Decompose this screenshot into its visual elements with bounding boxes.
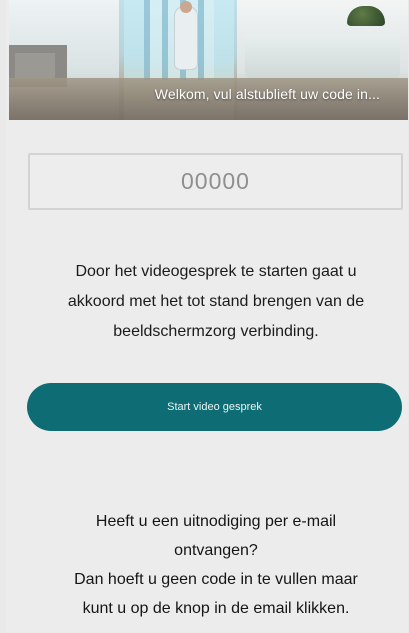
- consent-line: Door het videogesprek te starten gaat u: [75, 263, 357, 280]
- code-input[interactable]: [30, 154, 401, 209]
- start-video-call-button[interactable]: Start video gesprek: [27, 383, 402, 431]
- email-info-line: Dan hoeft u geen code in te vullen maar: [74, 571, 358, 588]
- email-info-line: ontvangen?: [174, 542, 258, 559]
- consent-line: akkoord met het tot stand brengen van de: [67, 293, 365, 310]
- hero-plant: [347, 6, 385, 26]
- email-info-line: Heeft u een uitnodiging per e-mail: [95, 513, 337, 530]
- welcome-caption: Welkom, vul alstublieft uw code in...: [154, 86, 380, 102]
- consent-line: beeldschermzorg verbinding.: [113, 323, 319, 340]
- consent-text: Door het videogesprek te starten gaat u …: [30, 257, 402, 347]
- code-field-container[interactable]: [28, 153, 403, 210]
- email-info-line: kunt u op de knop in de email klikken.: [82, 600, 350, 617]
- start-video-call-label: Start video gesprek: [167, 401, 262, 413]
- hero-person: [174, 1, 198, 70]
- hero-reception-counter: [245, 36, 400, 80]
- hero-banner-image: Welkom, vul alstublieft uw code in...: [9, 0, 408, 120]
- app-screen: Welkom, vul alstublieft uw code in... Do…: [6, 0, 408, 633]
- email-invite-info: Heeft u een uitnodiging per e-mail ontva…: [26, 507, 406, 623]
